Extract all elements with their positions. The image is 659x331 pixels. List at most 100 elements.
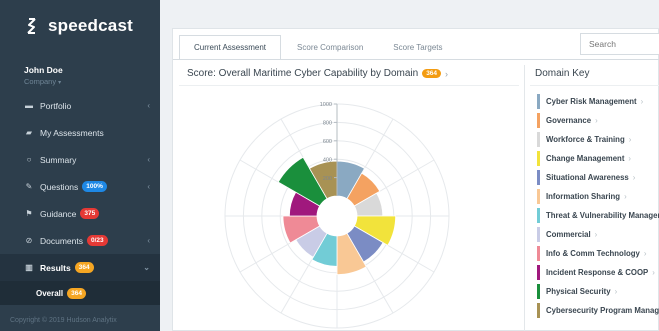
domain-key-item[interactable]: Physical Security › bbox=[537, 282, 659, 301]
sidebar-subitem-overall[interactable]: Overall 364 bbox=[0, 281, 160, 305]
domain-name: Cyber Risk Management bbox=[546, 97, 637, 106]
domain-name: Change Management bbox=[546, 154, 625, 163]
chevron-right-icon: › bbox=[594, 230, 598, 239]
user-company-label: Company bbox=[24, 77, 57, 86]
user-block[interactable]: John Doe Company ▾ bbox=[24, 65, 63, 86]
sidebar-item-portfolio[interactable]: ▬ Portfolio ‹ bbox=[0, 92, 160, 119]
chevron-right-icon: › bbox=[643, 249, 647, 258]
sidebar-item-label: Guidance bbox=[40, 208, 77, 219]
chevron-left-icon: ‹ bbox=[147, 182, 150, 191]
sidebar-item-label: Questions bbox=[40, 181, 79, 192]
chevron-right-icon: › bbox=[624, 192, 627, 201]
search-input[interactable] bbox=[580, 33, 659, 55]
sidebar-item-guidance[interactable]: ⚑ Guidance 375 bbox=[0, 200, 160, 227]
sidebar-item-label: Results bbox=[40, 262, 71, 273]
domain-color-swatch bbox=[537, 284, 540, 299]
domain-key-item[interactable]: Cyber Risk Management › bbox=[537, 92, 659, 111]
domain-key-item[interactable]: Incident Response & COOP › bbox=[537, 263, 659, 282]
briefcase-icon: ▬ bbox=[25, 101, 33, 110]
user-company[interactable]: Company ▾ bbox=[24, 77, 63, 86]
circle-icon: ○ bbox=[26, 155, 32, 164]
score-badge: 364 bbox=[422, 69, 442, 78]
domain-key-item[interactable]: Change Management › bbox=[537, 149, 659, 168]
sidebar-nav: ▬ Portfolio ‹ ▰ My Assessments ○ Summary ‹ ✎ Ques… bbox=[0, 92, 160, 305]
tab-score-comparison[interactable]: Score Comparison bbox=[283, 35, 377, 59]
domain-name: Governance bbox=[546, 116, 592, 125]
tab-current-assessment[interactable]: Current Assessment bbox=[179, 35, 282, 59]
domain-name: Info & Comm Technology bbox=[546, 249, 640, 258]
chevron-left-icon: ‹ bbox=[147, 101, 150, 110]
domain-name: Situational Awareness bbox=[546, 173, 629, 182]
domain-color-swatch bbox=[537, 189, 540, 204]
paperclip-icon: ⊘ bbox=[25, 236, 33, 245]
sidebar-item-label: Summary bbox=[40, 154, 77, 165]
chart-title: Score: Overall Maritime Cyber Capability… bbox=[187, 68, 448, 79]
domain-name: Commercial bbox=[546, 230, 591, 239]
flag-icon: ⚑ bbox=[25, 209, 33, 218]
chevron-right-icon: › bbox=[632, 173, 636, 182]
domain-color-swatch bbox=[537, 151, 540, 166]
domain-key-divider bbox=[530, 85, 659, 86]
domain-key-item[interactable]: Governance › bbox=[537, 111, 659, 130]
tab-bar-divider bbox=[173, 59, 659, 60]
sidebar-item-my-assessments[interactable]: ▰ My Assessments bbox=[0, 119, 160, 146]
tab-score-targets[interactable]: Score Targets bbox=[379, 35, 456, 59]
radial-tick-label: 1000 bbox=[320, 102, 332, 108]
panel-divider bbox=[524, 65, 525, 331]
chevron-right-icon: › bbox=[595, 116, 598, 125]
domain-key-item[interactable]: Commercial › bbox=[537, 225, 659, 244]
chevron-left-icon: ‹ bbox=[147, 236, 150, 245]
copyright: Copyright © 2019 Hudson Analytix bbox=[10, 317, 117, 324]
domain-key-list: Cyber Risk Management › Governance › Workfor… bbox=[537, 92, 659, 331]
sidebar-item-badge: 364 bbox=[74, 262, 94, 273]
domain-color-swatch bbox=[537, 94, 540, 109]
brand-name: speedcast bbox=[48, 16, 133, 35]
sidebar-item-badge: 375 bbox=[80, 208, 100, 219]
domain-key-item[interactable]: Situational Awareness › bbox=[537, 168, 659, 187]
domain-name: Workforce & Training bbox=[546, 135, 625, 144]
tab-bar: Current Assessment Score Comparison Score … bbox=[179, 35, 459, 59]
edit-icon: ✎ bbox=[25, 182, 33, 191]
domain-color-swatch bbox=[537, 227, 540, 242]
chevron-right-icon: › bbox=[628, 135, 632, 144]
sidebar-item-questions[interactable]: ✎ Questions 100% ‹ bbox=[0, 173, 160, 200]
sidebar-item-badge: 0/23 bbox=[87, 235, 108, 246]
sidebar: speedcast John Doe Company ▾ ▬ Portfolio ‹ ▰… bbox=[0, 0, 160, 331]
chevron-right-icon: › bbox=[628, 154, 632, 163]
sidebar-item-documents[interactable]: ⊘ Documents 0/23 ‹ bbox=[0, 227, 160, 254]
chevron-right-icon: › bbox=[614, 287, 618, 296]
domain-key-item[interactable]: Cybersecurity Program Management› bbox=[537, 301, 659, 320]
domain-key-item[interactable]: Threat & Vulnerability Management› bbox=[537, 206, 659, 225]
chart-center bbox=[318, 197, 356, 235]
brand[interactable]: speedcast bbox=[22, 16, 133, 36]
sidebar-item-summary[interactable]: ○ Summary ‹ bbox=[0, 146, 160, 173]
domain-color-swatch bbox=[537, 113, 540, 128]
domain-color-swatch bbox=[537, 170, 540, 185]
folder-icon: ▰ bbox=[25, 128, 33, 137]
domain-key-item[interactable]: Info & Comm Technology › bbox=[537, 244, 659, 263]
sidebar-item-label: Portfolio bbox=[40, 100, 72, 111]
chevron-down-icon: ⌄ bbox=[143, 263, 150, 272]
polar-chart-area: 1000 800 600 400 200 bbox=[179, 86, 519, 331]
bar-chart-icon: ▥ bbox=[25, 263, 33, 272]
domain-key-item[interactable]: Information Sharing › bbox=[537, 187, 659, 206]
sidebar-item-label: My Assessments bbox=[40, 127, 104, 138]
domain-key-item[interactable]: Workforce & Training › bbox=[537, 130, 659, 149]
sidebar-item-results[interactable]: ▥ Results 364 ⌄ bbox=[0, 254, 160, 281]
sidebar-subitem-label: Overall bbox=[36, 288, 64, 298]
domain-color-swatch bbox=[537, 132, 540, 147]
domain-name: Physical Security bbox=[546, 287, 611, 296]
domain-key-title: Domain Key bbox=[535, 68, 590, 79]
chevron-left-icon: ‹ bbox=[147, 155, 150, 164]
chevron-right-icon: › bbox=[652, 268, 655, 277]
domain-name: Cybersecurity Program Management bbox=[546, 306, 659, 315]
radial-tick-label: 800 bbox=[323, 121, 332, 127]
sidebar-subitem-badge: 364 bbox=[67, 287, 86, 299]
radial-tick-label: 600 bbox=[323, 139, 332, 145]
speedcast-logo-icon bbox=[27, 18, 36, 34]
main-panel: Current Assessment Score Comparison Score … bbox=[172, 28, 659, 331]
chevron-right-icon[interactable]: › bbox=[445, 69, 448, 79]
radial-tick-label: 400 bbox=[323, 157, 332, 163]
sidebar-item-label: Documents bbox=[40, 235, 83, 246]
domain-color-swatch bbox=[537, 208, 540, 223]
